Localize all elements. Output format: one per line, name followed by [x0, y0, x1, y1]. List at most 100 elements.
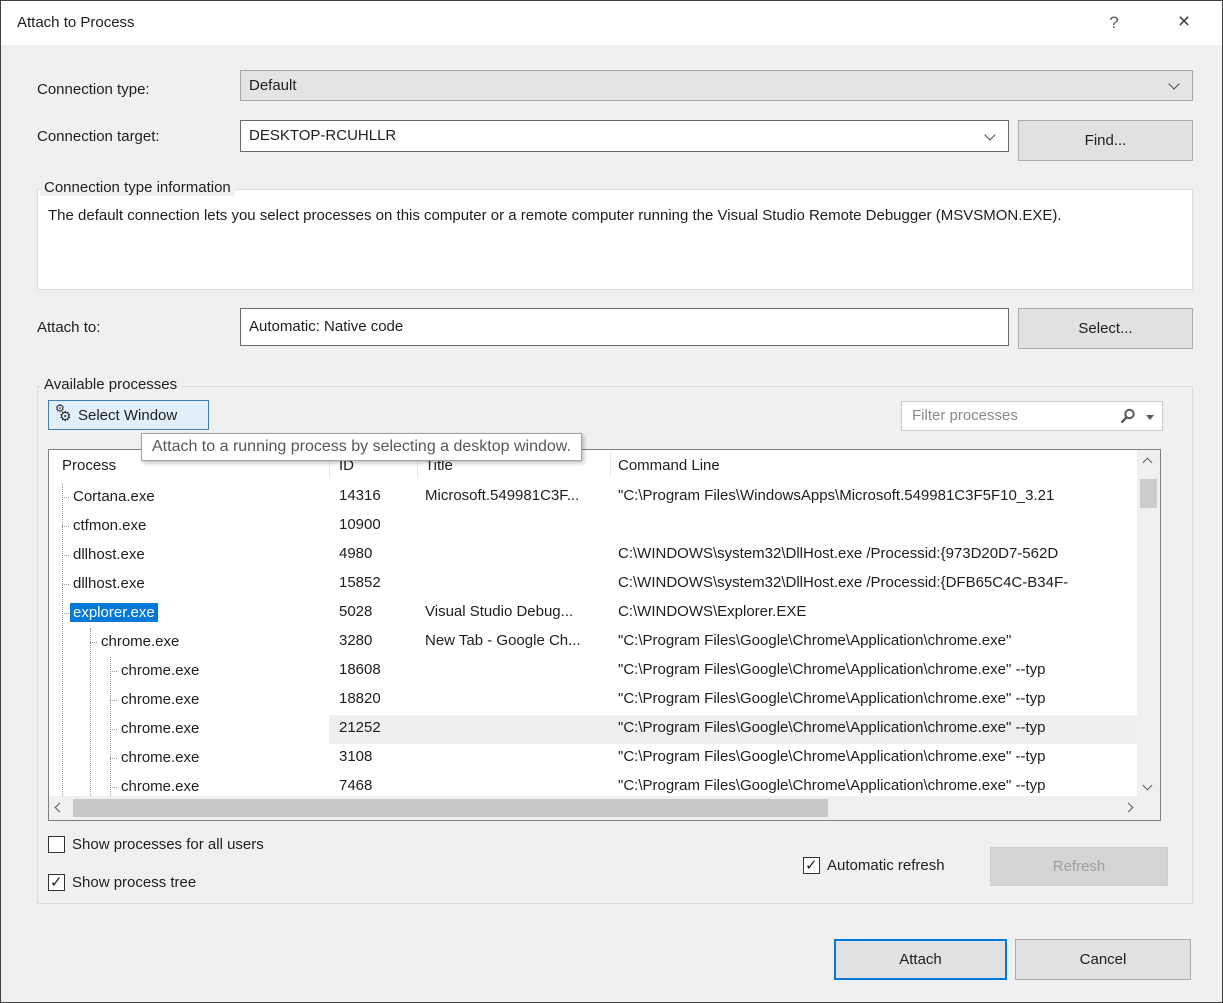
checkbox-icon[interactable] [803, 857, 820, 874]
tree-stub [110, 758, 117, 759]
connection-type-info-text: The default connection lets you select p… [48, 202, 1128, 229]
tree-stub [62, 613, 69, 614]
filter-dropdown-caret-icon[interactable] [1146, 415, 1154, 420]
select-button[interactable]: Select... [1018, 308, 1193, 349]
close-icon[interactable]: × [1169, 9, 1199, 37]
process-id: 5028 [339, 603, 372, 620]
select-window-label: Select Window [78, 407, 177, 424]
attach-to-label: Attach to: [37, 319, 100, 336]
horizontal-scroll-thumb[interactable] [73, 799, 828, 817]
process-name[interactable]: explorer.exe [70, 603, 158, 622]
process-row[interactable]: Cortana.exe14316Microsoft.549981C3F..."C… [49, 483, 1139, 512]
process-row[interactable]: chrome.exe 7468 "C:\Program Files\Google\C… [49, 773, 1139, 798]
help-icon[interactable]: ? [1099, 9, 1129, 37]
select-window-button[interactable]: ⚙⚙ Select Window [48, 400, 209, 430]
process-row[interactable]: ctfmon.exe 10900 [49, 512, 1139, 541]
show-process-tree-label: Show process tree [72, 874, 196, 891]
column-header-command-line[interactable]: Command Line [618, 457, 720, 474]
available-processes-title: Available processes [40, 376, 181, 393]
process-row[interactable]: chrome.exe21252"C:\Program Files\Google\… [49, 715, 1139, 744]
scroll-right-icon[interactable] [1124, 803, 1134, 813]
connection-type-dropdown[interactable]: Default [240, 70, 1193, 101]
attach-to-field[interactable]: Automatic: Native code [240, 308, 1009, 346]
connection-target-value: DESKTOP-RCUHLLR [249, 127, 396, 144]
filter-processes-input[interactable]: Filter processes [901, 401, 1163, 431]
process-name[interactable]: ctfmon.exe [70, 516, 149, 535]
find-button[interactable]: Find... [1018, 120, 1193, 161]
attach-to-process-dialog: { "window": { "title": "Attach to Proces… [0, 0, 1223, 1003]
process-rows: Cortana.exe14316Microsoft.549981C3F..."C… [49, 483, 1139, 798]
checkbox-icon[interactable] [48, 836, 65, 853]
process-id: 3108 [339, 748, 372, 765]
process-command-line: "C:\Program Files\Google\Chrome\Applicat… [618, 661, 1139, 678]
show-all-users-label: Show processes for all users [72, 836, 264, 853]
process-name[interactable]: dllhost.exe [70, 574, 148, 593]
process-name[interactable]: dllhost.exe [70, 545, 148, 564]
show-all-users-checkbox[interactable]: Show processes for all users [48, 836, 264, 853]
chevron-down-icon [1168, 78, 1179, 89]
process-title: New Tab - Google Ch... [425, 632, 610, 649]
process-row[interactable]: chrome.exe3108"C:\Program Files\Google\C… [49, 744, 1139, 773]
process-name[interactable]: chrome.exe [118, 777, 202, 796]
process-command-line: "C:\Program Files\Google\Chrome\Applicat… [618, 777, 1139, 794]
connection-type-label: Connection type: [37, 81, 150, 98]
horizontal-scrollbar[interactable] [49, 796, 1139, 820]
title-bar: Attach to Process ? × [1, 1, 1222, 45]
tree-stub [110, 700, 117, 701]
filter-placeholder: Filter processes [912, 407, 1018, 424]
process-id: 7468 [339, 777, 372, 794]
scroll-down-icon[interactable] [1143, 781, 1153, 791]
tree-stub [90, 642, 97, 643]
attach-button[interactable]: Attach [834, 939, 1007, 980]
process-id: 18608 [339, 661, 381, 678]
gears-icon: ⚙⚙ [55, 405, 75, 425]
attach-to-value: Automatic: Native code [249, 318, 403, 335]
connection-target-label: Connection target: [37, 128, 160, 145]
process-name[interactable]: Cortana.exe [70, 487, 158, 506]
process-command-line: "C:\Program Files\Google\Chrome\Applicat… [618, 719, 1139, 736]
column-header-process[interactable]: Process [62, 457, 116, 474]
process-id: 10900 [339, 516, 381, 533]
process-list[interactable]: Process ID Title Command Line Cortana.ex… [48, 449, 1161, 821]
cancel-button[interactable]: Cancel [1015, 939, 1191, 980]
automatic-refresh-checkbox[interactable]: Automatic refresh [803, 857, 945, 874]
connection-target-combobox[interactable]: DESKTOP-RCUHLLR [240, 120, 1009, 152]
process-name[interactable]: chrome.exe [118, 690, 202, 709]
process-title: Visual Studio Debug... [425, 603, 610, 620]
tree-stub [62, 555, 69, 556]
vertical-scroll-thumb[interactable] [1140, 479, 1157, 508]
process-command-line: "C:\Program Files\WindowsApps\Microsoft.… [618, 487, 1139, 504]
checkbox-icon[interactable] [48, 874, 65, 891]
process-command-line: "C:\Program Files\Google\Chrome\Applicat… [618, 632, 1139, 649]
show-process-tree-checkbox[interactable]: Show process tree [48, 874, 196, 891]
tree-stub [110, 671, 117, 672]
window-title: Attach to Process [17, 14, 135, 31]
process-row[interactable]: chrome.exe 3280 New Tab - Google Ch... "C:\… [49, 628, 1139, 657]
refresh-button: Refresh [990, 847, 1168, 886]
tree-stub [110, 729, 117, 730]
process-row[interactable]: dllhost.exe 15852 C:\WINDOWS\system32\DllH… [49, 570, 1139, 599]
search-icon[interactable] [1120, 408, 1136, 424]
process-command-line: C:\WINDOWS\system32\DllHost.exe /Process… [618, 545, 1139, 562]
scroll-left-icon[interactable] [55, 803, 65, 813]
vertical-scrollbar[interactable] [1137, 450, 1160, 798]
process-command-line: C:\WINDOWS\Explorer.EXE [618, 603, 1139, 620]
connection-type-info-title: Connection type information [40, 179, 235, 196]
connection-type-value: Default [249, 77, 297, 94]
process-name[interactable]: chrome.exe [118, 661, 202, 680]
process-command-line: C:\WINDOWS\system32\DllHost.exe /Process… [618, 574, 1139, 591]
process-title: Microsoft.549981C3F... [425, 487, 610, 504]
tree-stub [110, 787, 117, 788]
process-id: 15852 [339, 574, 381, 591]
process-id: 3280 [339, 632, 372, 649]
process-row[interactable]: chrome.exe18820"C:\Program Files\Google\… [49, 686, 1139, 715]
process-name[interactable]: chrome.exe [118, 748, 202, 767]
column-separator [610, 452, 611, 478]
process-row[interactable]: explorer.exe 5028 Visual Studio Debug... C:… [49, 599, 1139, 628]
process-name[interactable]: chrome.exe [118, 719, 202, 738]
connection-type-info-group: Connection type information The default … [37, 189, 1193, 290]
scroll-up-icon[interactable] [1143, 458, 1153, 468]
process-row[interactable]: chrome.exe 18608 "C:\Program Files\Google\… [49, 657, 1139, 686]
process-row[interactable]: dllhost.exe4980C:\WINDOWS\system32\DllHo… [49, 541, 1139, 570]
process-name[interactable]: chrome.exe [98, 632, 182, 651]
